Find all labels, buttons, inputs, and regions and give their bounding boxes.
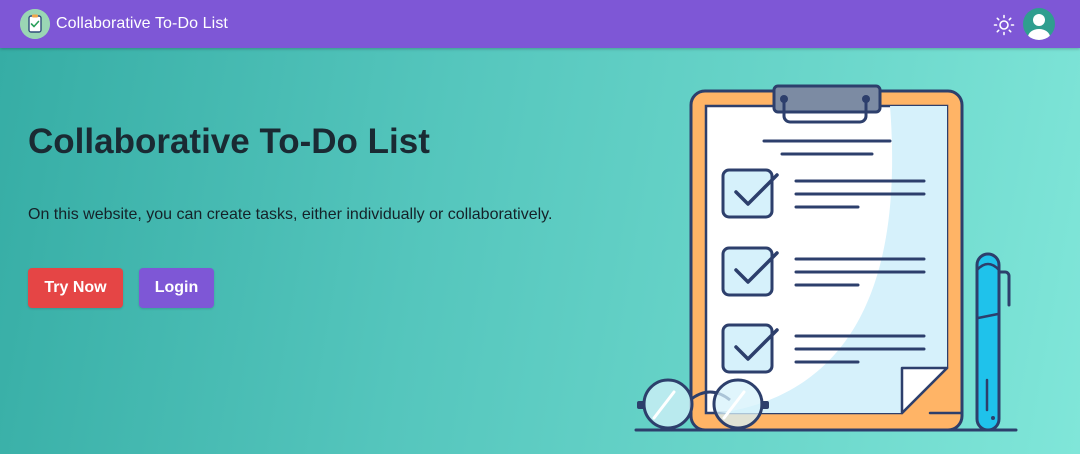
hero-section: Collaborative To-Do List On this website… — [0, 48, 1080, 454]
brand-title: Collaborative To-Do List — [56, 15, 228, 32]
clipboard-check-icon — [20, 9, 50, 39]
try-now-button[interactable]: Try Now — [28, 268, 123, 308]
login-button[interactable]: Login — [139, 268, 214, 308]
hero-title: Collaborative To-Do List — [28, 122, 430, 161]
top-navbar: Collaborative To-Do List — [0, 0, 1080, 48]
user-avatar-icon[interactable] — [1023, 8, 1055, 40]
clipboard-checklist-illustration — [634, 84, 1018, 432]
brand-link[interactable]: Collaborative To-Do List — [20, 8, 228, 40]
sun-icon[interactable] — [992, 13, 1016, 37]
hero-subtitle: On this website, you can create tasks, e… — [28, 206, 553, 223]
